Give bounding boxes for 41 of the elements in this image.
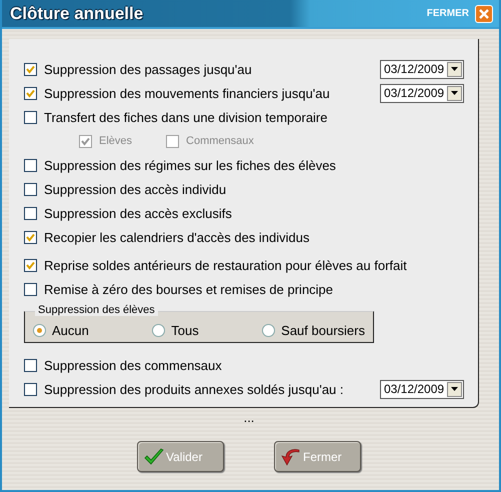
option-label: Recopier les calendriers d'accès des individus xyxy=(44,230,310,244)
checkbox[interactable] xyxy=(24,86,37,100)
close-label: FERMER xyxy=(426,8,469,19)
checkbox[interactable] xyxy=(24,206,37,220)
option-label: Remise à zéro des bourses et remises de principe xyxy=(44,282,334,296)
option-label: Suppression des commensaux xyxy=(44,358,222,372)
group-title: Suppression des élèves xyxy=(35,304,158,316)
date-field[interactable]: 03/12/2009 xyxy=(380,380,464,398)
checkbox[interactable] xyxy=(24,230,37,244)
option-label: Suppression des produits annexes soldés jusqu'au : xyxy=(44,382,344,396)
radio-label: Tous xyxy=(171,322,199,338)
option-label: Reprise soldes antérieurs de restauration pour élèves au forfait xyxy=(44,258,407,272)
checkbox[interactable] xyxy=(24,282,37,296)
radio-label: Aucun xyxy=(52,322,89,338)
radio-button[interactable] xyxy=(33,324,46,336)
option-label: Suppression des accès individu xyxy=(44,182,226,196)
radio-label: Sauf boursiers xyxy=(281,322,365,338)
checkbox[interactable] xyxy=(24,382,37,396)
radio-button[interactable] xyxy=(152,324,166,336)
checkbox[interactable] xyxy=(24,258,37,272)
option-label: Suppression des régimes sur les fiches des élèves xyxy=(44,158,336,172)
option-label: Suppression des passages jusqu'au xyxy=(44,62,252,76)
ellipsis-text: ... xyxy=(242,413,256,427)
checkbox[interactable] xyxy=(24,358,37,372)
close-button[interactable] xyxy=(475,4,493,22)
option-label: Commensaux xyxy=(186,135,254,147)
curved-arrow-icon xyxy=(281,448,301,466)
option-label: Transfert des fiches dans une division temporaire xyxy=(44,110,328,124)
radio-button[interactable] xyxy=(262,324,276,336)
close-icon xyxy=(479,8,489,18)
checkbox[interactable] xyxy=(24,182,37,196)
checkbox[interactable] xyxy=(24,158,37,172)
option-label: Suppression des accès exclusifs xyxy=(44,206,232,220)
option-label: Elèves xyxy=(99,135,132,147)
window-title: Clôture annuelle xyxy=(10,4,144,24)
checkmark-icon xyxy=(144,448,164,466)
checkbox[interactable] xyxy=(24,62,37,76)
checkbox[interactable] xyxy=(24,110,37,124)
option-label: Suppression des mouvements financiers jusqu'au xyxy=(44,86,330,100)
date-field[interactable]: 03/12/2009 xyxy=(380,84,464,102)
date-field[interactable]: 03/12/2009 xyxy=(380,60,464,78)
